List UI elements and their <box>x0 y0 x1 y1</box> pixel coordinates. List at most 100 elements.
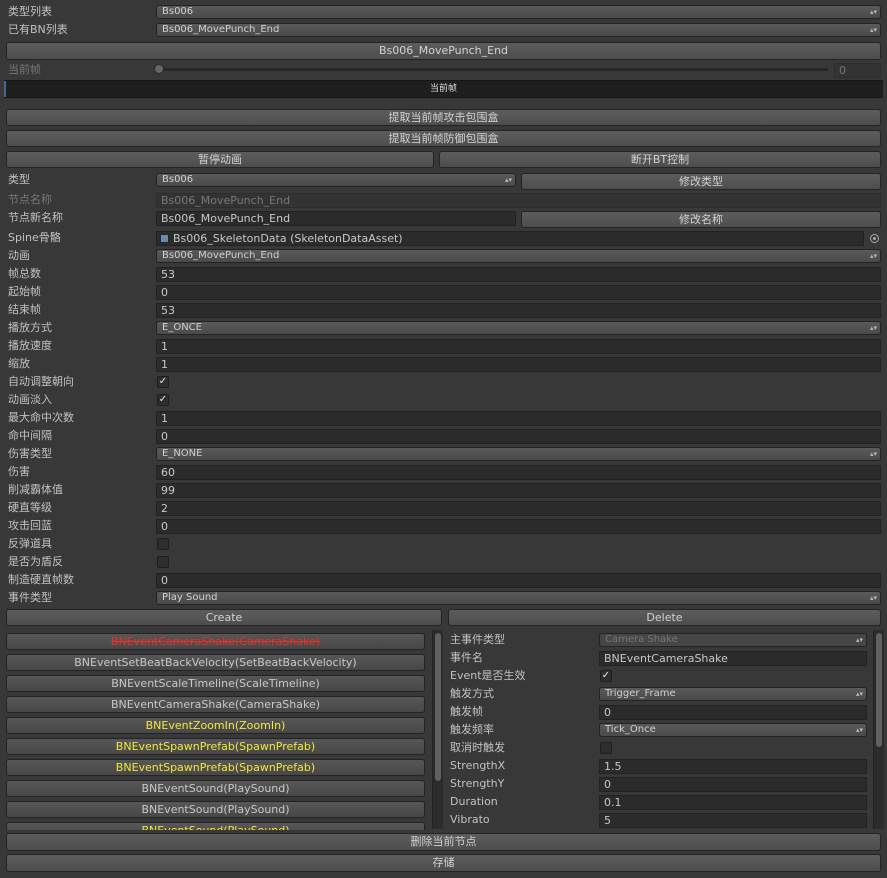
extract-defense-box-button[interactable]: 提取当前帧防御包围盒 <box>6 130 881 147</box>
save-button[interactable]: 存储 <box>6 854 881 872</box>
cancel-trigger-label: 取消时触发 <box>450 741 505 754</box>
event-list-item[interactable]: BNEventSetBeatBackVelocity(SetBeatBackVe… <box>6 654 425 671</box>
object-picker-icon[interactable] <box>870 234 879 243</box>
event-list-item-label: BNEventCameraShake(CameraShake) <box>110 635 321 648</box>
trigger-rate-label: 触发频率 <box>450 723 494 736</box>
modify-type-button[interactable]: 修改类型 <box>521 173 881 190</box>
event-list-item-label: BNEventSetBeatBackVelocity(SetBeatBackVe… <box>74 656 357 669</box>
strength-y-field[interactable]: 0 <box>599 777 867 792</box>
dropdown-arrow-icon: ▴▾ <box>869 324 877 332</box>
damage-label: 伤害 <box>8 465 30 478</box>
bn-list-dropdown[interactable]: Bs006_MovePunch_End ▴▾ <box>156 23 881 37</box>
check-icon: ✓ <box>601 670 611 681</box>
shield-counter-checkbox[interactable] <box>157 556 169 568</box>
dropdown-arrow-icon: ▴▾ <box>869 252 877 260</box>
play-speed-label: 播放速度 <box>8 339 52 352</box>
hard-level-label: 硬直等级 <box>8 501 52 514</box>
start-frame-field[interactable]: 0 <box>156 285 881 300</box>
bn-list-value: Bs006_MovePunch_End <box>162 24 280 35</box>
main-event-type-value: Camera Shake <box>605 634 678 645</box>
pause-animation-button[interactable]: 暂停动画 <box>6 151 434 168</box>
create-event-button[interactable]: Create <box>6 609 442 626</box>
scale-field[interactable]: 1 <box>156 357 881 372</box>
play-mode-dropdown[interactable]: E_ONCE ▴▾ <box>156 321 881 335</box>
dropdown-arrow-icon: ▴▾ <box>855 636 863 644</box>
modify-name-button[interactable]: 修改名称 <box>521 211 881 228</box>
current-node-button[interactable]: Bs006_MovePunch_End <box>6 42 881 60</box>
dropdown-arrow-icon: ▴▾ <box>869 8 877 16</box>
event-name-field[interactable]: BNEventCameraShake <box>599 651 867 666</box>
duration-field[interactable]: 0.1 <box>599 795 867 810</box>
event-list-item[interactable]: BNEventZoomIn(ZoomIn) <box>6 717 425 734</box>
shield-counter-label: 是否为盾反 <box>8 555 63 568</box>
total-frames-label: 帧总数 <box>8 267 41 280</box>
fade-in-checkbox[interactable]: ✓ <box>157 394 169 406</box>
event-list-item[interactable]: BNEventCameraShake(CameraShake) <box>6 696 425 713</box>
hit-interval-field[interactable]: 0 <box>156 429 881 444</box>
trigger-rate-dropdown[interactable]: Tick_Once ▴▾ <box>599 723 867 737</box>
event-list-item[interactable]: BNEventScaleTimeline(ScaleTimeline) <box>6 675 425 692</box>
event-list-item[interactable]: BNEventSpawnPrefab(SpawnPrefab) <box>6 759 425 776</box>
max-hits-field[interactable]: 1 <box>156 411 881 426</box>
damage-field[interactable]: 60 <box>156 465 881 480</box>
node-new-name-label: 节点新名称 <box>8 211 63 224</box>
play-speed-field[interactable]: 1 <box>156 339 881 354</box>
max-hits-label: 最大命中次数 <box>8 411 74 424</box>
node-new-name-input[interactable]: Bs006_MovePunch_End <box>156 211 516 226</box>
extract-attack-box-button[interactable]: 提取当前帧攻击包围盒 <box>6 109 881 126</box>
damage-type-dropdown[interactable]: E_NONE ▴▾ <box>156 447 881 461</box>
delete-node-button[interactable]: 删除当前节点 <box>6 833 881 851</box>
reduce-armor-label: 削减霸体值 <box>8 483 63 496</box>
event-list-item[interactable]: BNEventCameraShake(CameraShake) <box>6 633 425 650</box>
event-list-item[interactable]: BNEventSound(PlaySound) <box>6 780 425 797</box>
hard-level-field[interactable]: 2 <box>156 501 881 516</box>
total-frames-field[interactable]: 53 <box>156 267 881 282</box>
event-list-item[interactable]: BNEventSound(PlaySound) <box>6 801 425 818</box>
event-enabled-checkbox[interactable]: ✓ <box>600 670 612 682</box>
trigger-mode-label: 触发方式 <box>450 687 494 700</box>
frame-slider-handle[interactable] <box>154 64 164 74</box>
type-list-dropdown[interactable]: Bs006 ▴▾ <box>156 5 881 19</box>
mana-return-field[interactable]: 0 <box>156 519 881 534</box>
end-frame-field[interactable]: 53 <box>156 303 881 318</box>
auto-face-checkbox[interactable]: ✓ <box>157 376 169 388</box>
event-list-item-label: BNEventSpawnPrefab(SpawnPrefab) <box>115 761 316 774</box>
spine-asset-field[interactable]: Bs006_SkeletonData (SkeletonDataAsset) <box>156 231 864 246</box>
delete-event-button[interactable]: Delete <box>448 609 881 626</box>
event-name-label: 事件名 <box>450 651 483 664</box>
type-label: 类型 <box>8 173 30 186</box>
disconnect-bt-button[interactable]: 断开BT控制 <box>439 151 881 168</box>
trigger-mode-dropdown[interactable]: Trigger_Frame ▴▾ <box>599 687 867 701</box>
event-list-item[interactable]: BNEventSpawnPrefab(SpawnPrefab) <box>6 738 425 755</box>
damage-type-label: 伤害类型 <box>8 447 52 460</box>
event-list-scroll-thumb[interactable] <box>434 632 442 782</box>
dropdown-arrow-icon: ▴▾ <box>855 690 863 698</box>
trigger-frame-field[interactable]: 0 <box>599 705 867 720</box>
make-hard-frames-field[interactable]: 0 <box>156 573 881 588</box>
frame-slider-track[interactable] <box>158 68 828 71</box>
detail-scrollbar[interactable] <box>873 630 884 829</box>
type-list-value: Bs006 <box>162 6 194 17</box>
event-type-dropdown[interactable]: Play Sound ▴▾ <box>156 591 881 605</box>
strength-x-field[interactable]: 1.5 <box>599 759 867 774</box>
dropdown-arrow-icon: ▴▾ <box>504 176 512 184</box>
event-list[interactable]: BNEventCameraShake(CameraShake) BNEventSe… <box>4 629 444 830</box>
check-icon: ✓ <box>158 394 168 405</box>
frame-value-field[interactable]: 0 <box>834 63 881 78</box>
vibrato-field[interactable]: 5 <box>599 813 867 828</box>
dropdown-arrow-icon: ▴▾ <box>869 450 877 458</box>
reduce-armor-field[interactable]: 99 <box>156 483 881 498</box>
animation-dropdown[interactable]: Bs006_MovePunch_End ▴▾ <box>156 249 881 263</box>
frame-slider-label: 当前帧 <box>8 63 41 76</box>
check-icon: ✓ <box>158 376 168 387</box>
type-value: Bs006 <box>162 174 194 185</box>
type-dropdown[interactable]: Bs006 ▴▾ <box>156 173 516 187</box>
frame-progress-bar: 当前帧 <box>4 80 883 98</box>
detail-scroll-thumb[interactable] <box>875 632 883 748</box>
animation-label: 动画 <box>8 249 30 262</box>
event-list-item[interactable]: BNEventSound(PlaySound) <box>6 822 425 830</box>
event-list-scrollbar[interactable] <box>432 630 443 829</box>
bn-list-label: 已有BN列表 <box>8 23 68 36</box>
reflect-item-checkbox[interactable] <box>157 538 169 550</box>
cancel-trigger-checkbox[interactable] <box>600 742 612 754</box>
